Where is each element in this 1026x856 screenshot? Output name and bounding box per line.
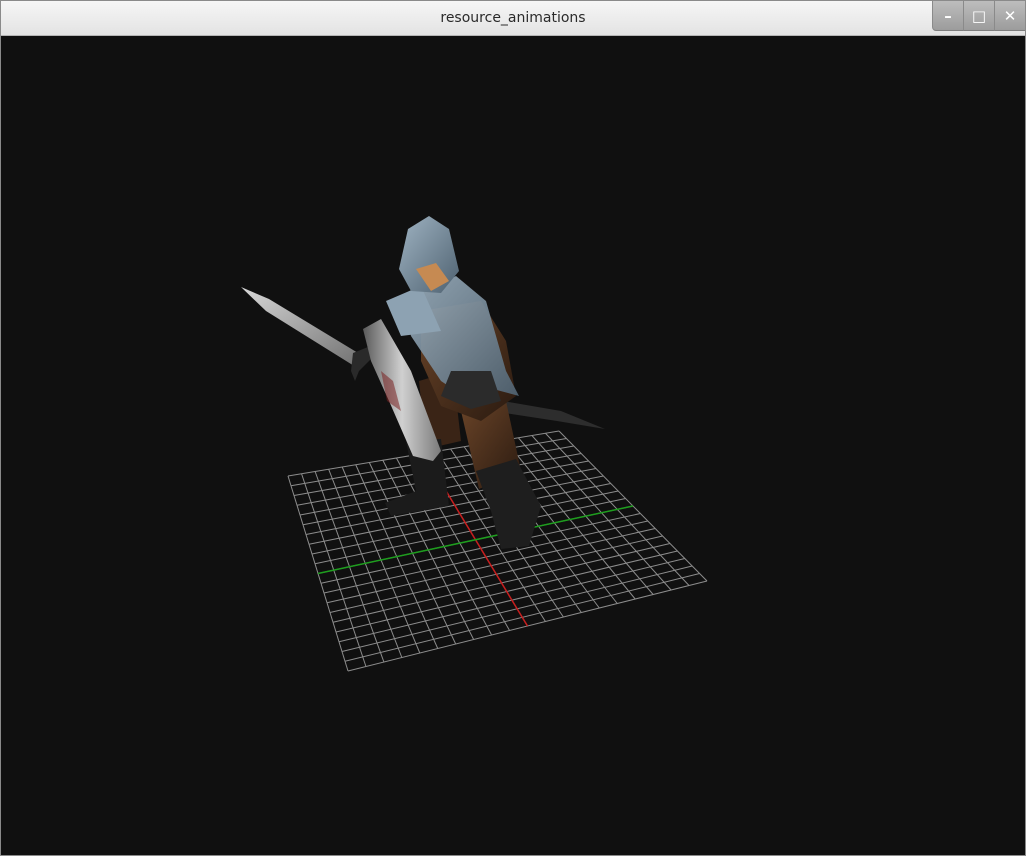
window-controls: – □ ✕ — [932, 1, 1025, 31]
title-bar[interactable]: resource_animations – □ ✕ — [1, 1, 1025, 36]
window-title: resource_animations — [440, 10, 586, 26]
sword-blade — [241, 287, 363, 369]
minimize-button[interactable]: – — [932, 1, 963, 31]
render-viewport[interactable] — [1, 36, 1025, 855]
scene-canvas — [241, 216, 708, 672]
app-window: resource_animations – □ ✕ — [0, 0, 1026, 856]
close-button[interactable]: ✕ — [994, 1, 1025, 31]
maximize-button[interactable]: □ — [963, 1, 994, 31]
